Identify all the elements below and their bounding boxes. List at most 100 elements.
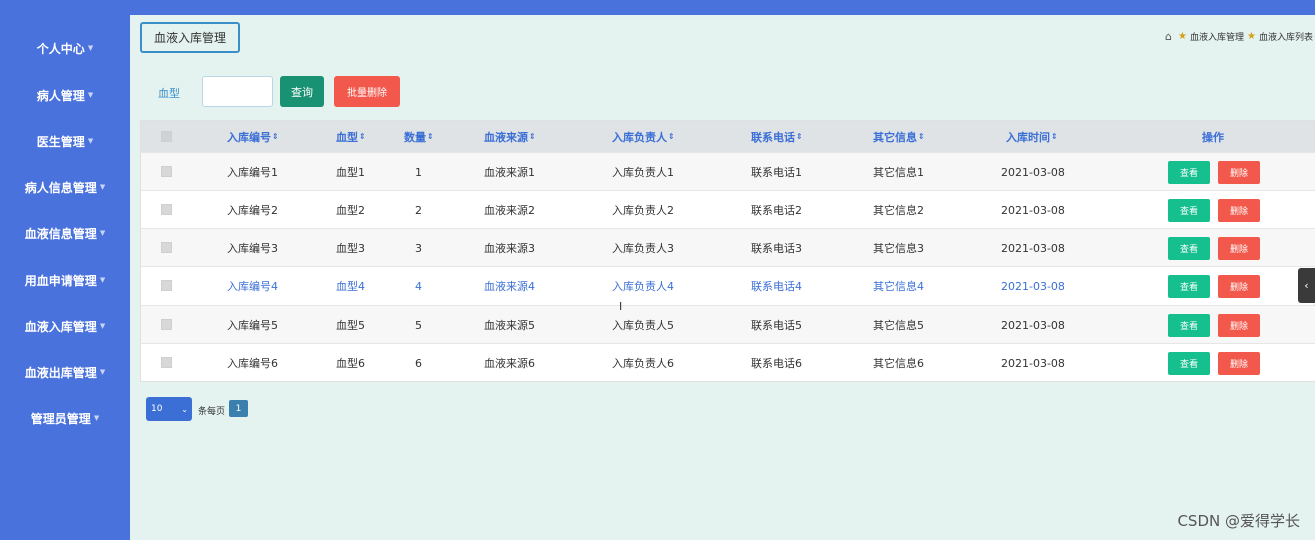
column-header-quantity[interactable]: 数量 ⇕ [404, 121, 434, 152]
view-button[interactable]: 查看 [1168, 275, 1210, 298]
delete-button[interactable]: 删除 [1218, 352, 1260, 375]
sidebar-item-blood-inbound[interactable]: 血液入库管理 ▼ [0, 311, 130, 341]
sidebar-item-label: 病人信息管理 [24, 180, 97, 195]
select-all-checkbox[interactable] [161, 131, 172, 142]
row-checkbox[interactable] [161, 319, 172, 330]
cell-blood-type: 血型5 [336, 319, 365, 332]
cell-source: 血液来源5 [484, 319, 535, 332]
sidebar-item-label: 病人管理 [36, 88, 85, 103]
table-row: 入库编号4 血型4 4 血液来源4 入库负责人4 联系电话4 其它信息4 202… [141, 266, 1315, 304]
view-button[interactable]: 查看 [1168, 352, 1210, 375]
breadcrumb-item[interactable]: 血液入库管理 [1190, 30, 1244, 43]
cell-other-info: 其它信息5 [873, 319, 924, 332]
row-checkbox[interactable] [161, 280, 172, 291]
sidebar-item-personal-center[interactable]: 个人中心 ▼ [0, 33, 130, 63]
main-content: 血液入库管理 ⌂ ★ 血液入库管理 ★ 血液入库列表 血型 查询 批量删除 入库… [130, 15, 1315, 540]
sidebar-item-label: 血液信息管理 [24, 226, 97, 241]
cell-person: 入库负责人1 [612, 166, 674, 179]
cell-time: 2021-03-08 [1001, 165, 1065, 179]
row-checkbox[interactable] [161, 242, 172, 253]
cell-blood-type: 血型3 [336, 242, 365, 255]
sidebar-item-label: 血液出库管理 [24, 365, 97, 380]
caret-down-icon: ▼ [99, 183, 106, 191]
star-icon: ★ [1247, 31, 1256, 42]
caret-down-icon: ▼ [99, 322, 106, 330]
table-row: 入库编号6 血型6 6 血液来源6 入库负责人6 联系电话6 其它信息6 202… [141, 343, 1315, 381]
cell-blood-type: 血型1 [336, 166, 365, 179]
caret-down-icon: ▼ [87, 137, 94, 145]
cell-inbound-no: 入库编号5 [227, 319, 278, 332]
caret-down-icon: ▼ [93, 414, 100, 422]
view-button[interactable]: 查看 [1168, 161, 1210, 184]
cell-phone: 联系电话3 [751, 242, 802, 255]
view-button[interactable]: 查看 [1168, 237, 1210, 260]
cell-quantity: 6 [415, 356, 422, 370]
sidebar-item-blood-request[interactable]: 用血申请管理 ▼ [0, 265, 130, 295]
column-header-other-info[interactable]: 其它信息 ⇕ [873, 121, 925, 152]
sidebar-item-blood-outbound[interactable]: 血液出库管理 ▼ [0, 357, 130, 387]
cell-inbound-no: 入库编号6 [227, 357, 278, 370]
data-table: 入库编号 ⇕ 血型 ⇕ 数量 ⇕ 血液来源 ⇕ 入库负责人 ⇕ 联系电话 ⇕ 其它信息 ⇕ 入… [140, 120, 1315, 382]
sort-icon: ⇕ [796, 132, 803, 141]
column-header-blood-type[interactable]: 血型 ⇕ [336, 121, 366, 152]
cell-phone: 联系电话4 [751, 280, 802, 293]
cell-blood-type: 血型2 [336, 204, 365, 217]
caret-down-icon: ▼ [87, 44, 94, 52]
view-button[interactable]: 查看 [1168, 199, 1210, 222]
sort-icon: ⇕ [668, 132, 675, 141]
caret-down-icon: ▼ [99, 368, 106, 376]
table-row: 入库编号5 血型5 5 血液来源5 入库负责人5 联系电话5 其它信息5 202… [141, 305, 1315, 343]
page-button-1[interactable]: 1 [229, 400, 248, 417]
column-header-phone[interactable]: 联系电话 ⇕ [751, 121, 803, 152]
page-title-button[interactable]: 血液入库管理 [140, 22, 240, 53]
sort-icon: ⇕ [529, 132, 536, 141]
column-header-source[interactable]: 血液来源 ⇕ [484, 121, 536, 152]
sidebar-item-patient[interactable]: 病人管理 ▼ [0, 80, 130, 110]
caret-down-icon: ▼ [87, 91, 94, 99]
cell-other-info: 其它信息4 [873, 280, 924, 293]
caret-down-icon: ▼ [99, 229, 106, 237]
row-checkbox[interactable] [161, 357, 172, 368]
row-checkbox[interactable] [161, 204, 172, 215]
cell-time: 2021-03-08 [1001, 279, 1065, 293]
delete-button[interactable]: 删除 [1218, 275, 1260, 298]
page-size-select[interactable]: 10 ⌄ [146, 397, 192, 421]
per-page-label: 条每页 [198, 407, 226, 417]
view-button[interactable]: 查看 [1168, 314, 1210, 337]
sort-icon: ⇕ [427, 132, 434, 141]
cell-phone: 联系电话1 [751, 166, 802, 179]
cell-inbound-no: 入库编号3 [227, 242, 278, 255]
sidebar-item-patient-info[interactable]: 病人信息管理 ▼ [0, 172, 130, 202]
blood-type-input[interactable] [202, 76, 273, 107]
cell-person: 入库负责人3 [612, 242, 674, 255]
row-checkbox[interactable] [161, 166, 172, 177]
column-header-inbound-no[interactable]: 入库编号 ⇕ [227, 121, 279, 152]
blood-type-label: 血型 [158, 87, 180, 100]
sidebar-item-blood-info[interactable]: 血液信息管理 ▼ [0, 218, 130, 248]
column-header-time[interactable]: 入库时间 ⇕ [1006, 121, 1058, 152]
chevron-left-icon[interactable]: ‹ [1298, 268, 1315, 303]
sidebar-item-admin[interactable]: 管理员管理 ▼ [0, 403, 130, 433]
cell-inbound-no: 入库编号2 [227, 204, 278, 217]
breadcrumb-item: 血液入库列表 [1258, 33, 1313, 43]
cell-quantity: 1 [415, 165, 422, 179]
column-header-actions: 操作 [1202, 130, 1224, 144]
delete-button[interactable]: 删除 [1218, 161, 1260, 184]
sidebar-item-doctor[interactable]: 医生管理 ▼ [0, 126, 130, 156]
cell-other-info: 其它信息1 [873, 166, 924, 179]
top-bar [0, 0, 1315, 15]
table-row: 入库编号2 血型2 2 血液来源2 入库负责人2 联系电话2 其它信息2 202… [141, 190, 1315, 228]
cell-quantity: 3 [415, 241, 422, 255]
home-icon[interactable]: ⌂ [1165, 30, 1172, 43]
batch-delete-button[interactable]: 批量删除 [334, 76, 400, 107]
star-icon: ★ [1178, 31, 1187, 42]
delete-button[interactable]: 删除 [1218, 314, 1260, 337]
cell-time: 2021-03-08 [1001, 356, 1065, 370]
delete-button[interactable]: 删除 [1218, 237, 1260, 260]
cell-quantity: 2 [415, 203, 422, 217]
sidebar-item-label: 管理员管理 [30, 411, 91, 426]
query-button[interactable]: 查询 [280, 76, 324, 107]
cell-source: 血液来源2 [484, 204, 535, 217]
delete-button[interactable]: 删除 [1218, 199, 1260, 222]
column-header-person[interactable]: 入库负责人 ⇕ [612, 121, 675, 152]
